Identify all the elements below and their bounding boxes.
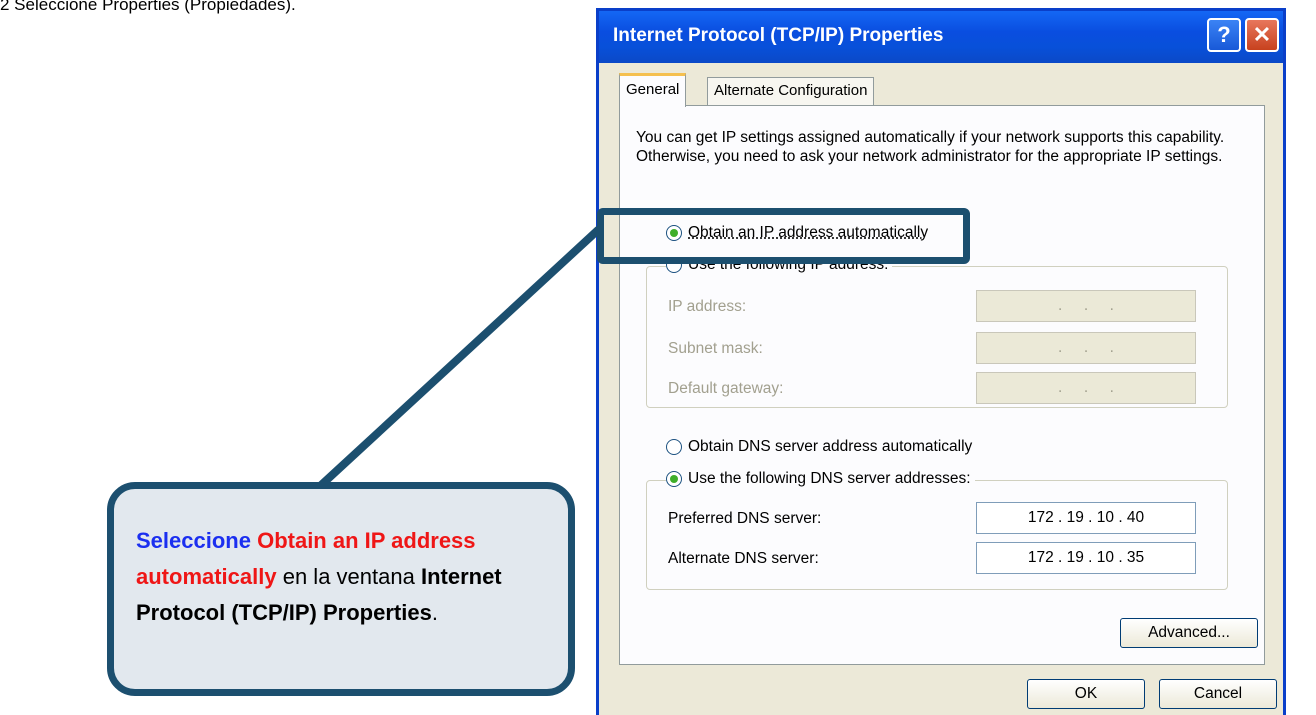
callout-period: . (431, 600, 438, 625)
highlight-frame (597, 208, 970, 264)
instruction-callout: Seleccione Obtain an IP address automati… (107, 482, 575, 696)
callout-verb: Seleccione (136, 528, 258, 553)
callout-text: Seleccione Obtain an IP address automati… (136, 523, 576, 631)
callout-connector: en la ventana (276, 564, 421, 589)
tab-general[interactable]: General (619, 73, 687, 107)
